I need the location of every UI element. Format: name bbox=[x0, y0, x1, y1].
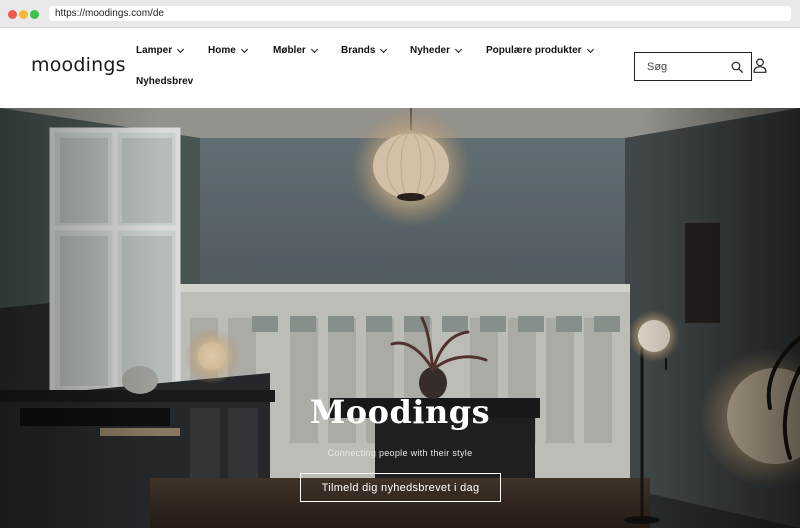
window-minimize-button[interactable] bbox=[19, 10, 28, 19]
window-close-button[interactable] bbox=[8, 10, 17, 19]
site-logo[interactable]: moodings bbox=[31, 54, 126, 76]
search-input[interactable] bbox=[635, 53, 725, 80]
chevron-down-icon bbox=[310, 45, 318, 53]
nav-item-label: Brands bbox=[341, 45, 376, 56]
nav-item-label: Home bbox=[208, 45, 236, 56]
hero-background-image bbox=[0, 108, 800, 528]
nav-item-brands[interactable]: Brands bbox=[341, 45, 388, 56]
nav-item-label: Møbler bbox=[273, 45, 306, 56]
nav-item-populaere-produkter[interactable]: Populære produkter bbox=[486, 45, 594, 56]
newsletter-signup-button[interactable]: Tilmeld dig nyhedsbrevet i dag bbox=[300, 473, 501, 502]
nav-item-nyheder[interactable]: Nyheder bbox=[410, 45, 463, 56]
hero-subtitle: Connecting people with their style bbox=[327, 448, 473, 458]
chevron-down-icon bbox=[177, 45, 185, 53]
nav-item-home[interactable]: Home bbox=[208, 45, 248, 56]
nav-item-lamper[interactable]: Lamper bbox=[136, 45, 185, 56]
user-icon[interactable] bbox=[753, 58, 767, 73]
chevron-down-icon bbox=[380, 45, 388, 53]
hero-banner: Moodings Connecting people with their st… bbox=[0, 108, 800, 528]
chevron-down-icon bbox=[586, 45, 594, 53]
chevron-down-icon bbox=[454, 45, 463, 53]
search-icon[interactable] bbox=[731, 61, 743, 73]
hero-title: Moodings bbox=[309, 393, 491, 431]
nav-item-label: Lamper bbox=[136, 45, 173, 56]
nav-item-label: Nyheder bbox=[410, 45, 451, 56]
browser-toolbar: https://moodings.com/de bbox=[0, 0, 800, 28]
site-header: moodings Lamper Home Møbler Brands Nyhed… bbox=[0, 28, 800, 108]
chevron-down-icon bbox=[240, 45, 248, 53]
nav-item-mobler[interactable]: Møbler bbox=[273, 45, 318, 56]
nav-item-nyhedsbrev[interactable]: Nyhedsbrev bbox=[136, 76, 193, 87]
address-bar[interactable]: https://moodings.com/de bbox=[49, 6, 791, 21]
search-box bbox=[634, 52, 752, 81]
nav-item-label: Nyhedsbrev bbox=[136, 76, 194, 87]
nav-item-label: Populære produkter bbox=[486, 45, 582, 56]
window-maximize-button[interactable] bbox=[30, 10, 39, 19]
